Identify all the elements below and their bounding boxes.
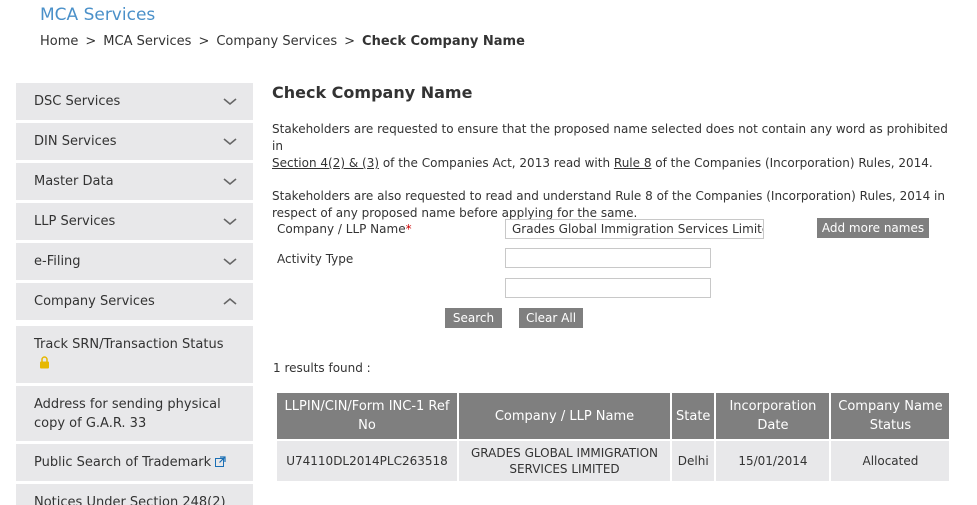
sidebar-item-llp-services[interactable]: LLP Services [16,203,253,240]
sidebar-item-din-services[interactable]: DIN Services [16,123,253,160]
company-services-submenu: Track SRN/Transaction Status Address for… [16,326,253,505]
company-name-input[interactable]: Grades Global Immigration Services Limit… [505,219,764,239]
submenu-item-public-search-trademark[interactable]: Public Search of Trademark [16,444,253,484]
chevron-up-icon [223,295,237,309]
sidebar-item-label: Company Services [34,294,155,309]
activity-type-input-secondary[interactable] [505,278,711,298]
chevron-down-icon [223,255,237,269]
column-header-name-status: Company Name Status [831,393,950,441]
submenu-item-address-gar33[interactable]: Address for sending physical copy of G.A… [16,386,253,444]
sidebar-item-e-filing[interactable]: e-Filing [16,243,253,280]
cell-company-name: GRADES GLOBAL IMMIGRATION SERVICES LIMIT… [459,441,670,481]
notice-text: of the Companies Act, 2013 read with [379,156,614,170]
activity-type-label: Activity Type [277,252,354,266]
breadcrumb: Home > MCA Services > Company Services >… [40,34,525,49]
chevron-down-icon [223,215,237,229]
sidebar-item-dsc-services[interactable]: DSC Services [16,83,253,120]
sidebar-item-label: Master Data [34,174,114,189]
cell-incorporation-date: 15/01/2014 [716,441,830,481]
rule-8-notice: Stakeholders are also requested to read … [272,189,945,220]
sidebar-item-label: DSC Services [34,94,121,109]
chevron-down-icon [223,95,237,109]
chevron-down-icon [223,175,237,189]
company-name-label: Company / LLP Name* [277,222,412,236]
column-header-company-name: Company / LLP Name [459,393,670,441]
page-title: Check Company Name [272,83,473,102]
add-more-names-button[interactable]: Add more names [817,218,929,238]
clear-all-button[interactable]: Clear All [519,308,583,328]
chevron-down-icon [223,135,237,149]
breadcrumb-mca-services[interactable]: MCA Services [103,34,191,49]
notice-text: Stakeholders are requested to ensure tha… [272,122,948,153]
submenu-item-label: Public Search of Trademark [34,455,212,470]
sidebar-item-label: LLP Services [34,214,116,229]
site-title: MCA Services [40,5,156,25]
rule-8-link[interactable]: Rule 8 [614,156,652,170]
breadcrumb-current: Check Company Name [362,34,525,49]
submenu-item-label: Address for sending physical copy of G.A… [34,397,221,431]
breadcrumb-separator: > [344,34,356,49]
cell-name-status: Allocated [831,441,950,481]
external-link-icon [215,454,226,473]
breadcrumb-separator: > [85,34,97,49]
prohibited-words-notice: Stakeholders are requested to ensure tha… [272,121,962,172]
table-row[interactable]: U74110DL2014PLC263518 GRADES GLOBAL IMMI… [277,441,950,481]
activity-type-input[interactable] [505,248,711,268]
column-header-ref-no: LLPIN/CIN/Form INC-1 Ref No [277,393,457,441]
main-content: Check Company Name Stakeholders are requ… [272,83,962,222]
submenu-item-label: Notices Under Section 248(2) [34,495,226,505]
results-table: LLPIN/CIN/Form INC-1 Ref No Company / LL… [275,393,951,481]
breadcrumb-home[interactable]: Home [40,34,78,49]
required-mark: * [405,222,412,236]
sidebar: DSC Services DIN Services Master Data LL… [16,83,253,505]
column-header-state: State [672,393,715,441]
section-4-link[interactable]: Section 4(2) & (3) [272,156,379,170]
sidebar-item-label: e-Filing [34,254,81,269]
sidebar-item-company-services[interactable]: Company Services [16,283,253,320]
table-header-row: LLPIN/CIN/Form INC-1 Ref No Company / LL… [277,393,950,441]
sidebar-item-label: DIN Services [34,134,117,149]
sidebar-item-master-data[interactable]: Master Data [16,163,253,200]
submenu-item-notices-248[interactable]: Notices Under Section 248(2) [16,484,253,505]
breadcrumb-separator: > [198,34,210,49]
lock-icon [39,356,50,375]
submenu-item-label: Track SRN/Transaction Status [34,337,224,352]
breadcrumb-company-services[interactable]: Company Services [216,34,337,49]
search-button[interactable]: Search [445,308,502,328]
notice-text: of the Companies (Incorporation) Rules, … [651,156,933,170]
column-header-incorporation-date: Incorporation Date [716,393,830,441]
submenu-item-track-srn[interactable]: Track SRN/Transaction Status [16,326,253,386]
cell-ref-no: U74110DL2014PLC263518 [277,441,457,481]
cell-state: Delhi [672,441,715,481]
results-count: 1 results found : [273,361,371,375]
